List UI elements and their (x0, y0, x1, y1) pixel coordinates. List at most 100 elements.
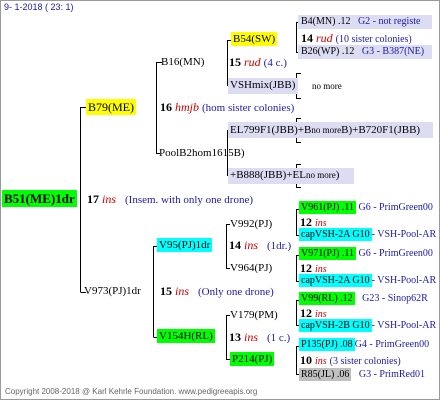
v973-note: (Only one drone) (198, 286, 274, 298)
v95-info: 14 ins (1dr.) (229, 239, 291, 252)
root-label: B51(ME)1dr (2, 190, 77, 207)
v964-sire-code: G6 - PrimGreen00 (358, 248, 433, 259)
v95-num: 14 (229, 238, 241, 252)
v179-sire-code: G23 - Sinop62R (362, 293, 428, 304)
v992-num: 12 (300, 215, 312, 229)
b16-label: B16(MN) (161, 56, 205, 68)
v992-sire-label: V961(PJ) .11 (299, 201, 356, 214)
v992-node[interactable]: V992(PJ) (230, 219, 272, 230)
b54-dam-code: G3 - B387(NE) (361, 46, 425, 57)
b54-ins: rud (316, 31, 333, 45)
v179-sire-label: V99(RL) .12 (299, 292, 355, 305)
p214-node[interactable]: P214(PJ) (230, 352, 275, 366)
v992-dam-code: - VSH-Pool-AR (371, 229, 437, 240)
v154-note: (1 c.) (267, 332, 291, 344)
report-date: 9- 1-2018 ( 23: 1) (4, 2, 74, 12)
b54-sire[interactable]: B4(MN) .12 G2 - not registe (301, 17, 420, 27)
b54-sire-code: G2 - not registe (357, 16, 421, 27)
b54-label: B54(SW) (231, 32, 278, 46)
v992-sire-code: G6 - PrimGreen00 (358, 202, 433, 213)
poolb2-label: PoolB2hom1615B) (159, 147, 245, 159)
b16-note: (4 c.) (263, 57, 287, 69)
b79-num: 16 (160, 100, 172, 114)
v154-ins: ins (244, 330, 259, 344)
v179-dam-code: - VSH-Pool-AR (371, 320, 437, 331)
b54-sire-label: B4(MN) .12 (301, 16, 351, 27)
root-note: (Insem. with only one drone) (125, 194, 254, 206)
v179-label: V179(PM) (230, 309, 278, 321)
v964-sire[interactable]: V971(PJ) .11 G6 - PrimGreen00 (299, 247, 433, 260)
v992-dam-label: capVSH-2A G10 (299, 228, 372, 241)
b16-node[interactable]: B16(MN) (161, 57, 204, 68)
b79-note: (hom sister colonies) (202, 102, 295, 114)
vshmix-label: VSHmix(JBB) (230, 79, 296, 91)
copyright-footer: Copyright 2008-2018 @ Karl Kehrle Founda… (5, 387, 258, 396)
v964-label: V964(PJ) (230, 262, 273, 274)
b888-part1: +B888(JBB)+EL (230, 169, 306, 181)
v964-dam-label: capVSH-2A G10 (299, 274, 372, 287)
b54-dam-label: B26(WP) .12 (301, 46, 355, 57)
p214-dam-label: R85(JL) .06 (299, 368, 352, 381)
b54-dam[interactable]: B26(WP) .12 G3 - B387(NE) (301, 47, 424, 57)
p214-sire-code: G4 - PrimGreen00 (354, 339, 430, 350)
el799-nomore: no more (311, 125, 342, 135)
p214-num: 10 (300, 353, 312, 367)
v95-label: V95(PJ)1dr (157, 238, 213, 252)
v973-num: 15 (160, 284, 172, 298)
v95-note: (1dr.) (267, 240, 292, 252)
b16-info: 15 rud (4 c.) (229, 56, 287, 69)
v179-dam[interactable]: capVSH-2B G10- VSH-Pool-AR (299, 319, 437, 332)
v964-sire-label: V971(PJ) .11 (299, 247, 356, 260)
v154-num: 13 (229, 330, 241, 344)
v179-node[interactable]: V179(PM) (230, 310, 278, 321)
b888-nomore: no more (305, 170, 336, 180)
p214-sire-label: P135(PJ) .08 (299, 338, 355, 351)
el799-part2: B)+B720F1(JBB) (341, 124, 421, 136)
el799-node[interactable]: EL799F1(JBB)+Bno moreB)+B720F1(JBB) (230, 125, 420, 136)
v154-info: 13 ins (1 c.) (229, 331, 290, 344)
b54-info: 14 rud (10 sister colonies) (301, 32, 412, 45)
poolb2-node[interactable]: PoolB2hom1615B) (159, 148, 245, 159)
p214-dam-code: G3 - PrimRed01 (358, 369, 425, 380)
p214-info: 10 ins (3 sister colonies) (300, 354, 401, 367)
root-num: 17 (87, 192, 99, 206)
vshmix-node[interactable]: VSHmix(JBB) (230, 80, 295, 91)
root-info: 17 ins (Insem. with only one drone) (87, 193, 253, 206)
v973-node[interactable]: V973(PJ)1dr (84, 286, 141, 297)
v95-node[interactable]: V95(PJ)1dr (157, 238, 213, 252)
root-node[interactable]: B51(ME)1dr (2, 190, 77, 207)
b888-part2: ) (335, 169, 340, 181)
v179-num: 12 (300, 306, 312, 320)
v95-ins: ins (244, 238, 259, 252)
v973-ins: ins (175, 284, 190, 298)
p214-ins: ins (315, 356, 327, 367)
v154-node[interactable]: V154H(RL) (157, 329, 215, 343)
b54-num: 14 (301, 31, 313, 45)
p214-dam[interactable]: R85(JL) .06 G3 - PrimRed01 (299, 368, 425, 381)
v973-info: 15 ins (Only one drone) (160, 285, 274, 298)
b54-note: (10 sister colonies) (335, 34, 412, 45)
v179-sire[interactable]: V99(RL) .12 G23 - Sinop62R (299, 292, 428, 305)
p214-sire[interactable]: P135(PJ) .08 G4 - PrimGreen00 (299, 338, 430, 351)
v964-num: 12 (300, 261, 312, 275)
b54-node[interactable]: B54(SW) (231, 32, 278, 46)
v964-node[interactable]: V964(PJ) (230, 263, 272, 274)
b79-ins: hmjb (175, 100, 199, 114)
b16-num: 15 (229, 55, 241, 69)
b16-ins: rud (244, 55, 261, 69)
b79-node[interactable]: B79(ME) (86, 99, 136, 115)
v992-sire[interactable]: V961(PJ) .11 G6 - PrimGreen00 (299, 201, 433, 214)
v154-label: V154H(RL) (157, 329, 215, 343)
root-ins: ins (102, 192, 117, 206)
b79-info: 16 hmjb (hom sister colonies) (160, 101, 294, 114)
v179-dam-label: capVSH-2B G10 (299, 319, 372, 332)
p214-label: P214(PJ) (230, 352, 275, 366)
b888-node[interactable]: +B888(JBB)+ELno more) (230, 170, 339, 181)
el799-part1: EL799F1(JBB)+B (230, 124, 312, 136)
v992-dam[interactable]: capVSH-2A G10- VSH-Pool-AR (299, 228, 437, 241)
v973-label: V973(PJ)1dr (84, 285, 141, 297)
vshmix-note: no more (312, 81, 342, 91)
v992-label: V992(PJ) (230, 218, 273, 230)
v964-dam-code: - VSH-Pool-AR (371, 275, 437, 286)
v964-dam[interactable]: capVSH-2A G10- VSH-Pool-AR (299, 274, 437, 287)
